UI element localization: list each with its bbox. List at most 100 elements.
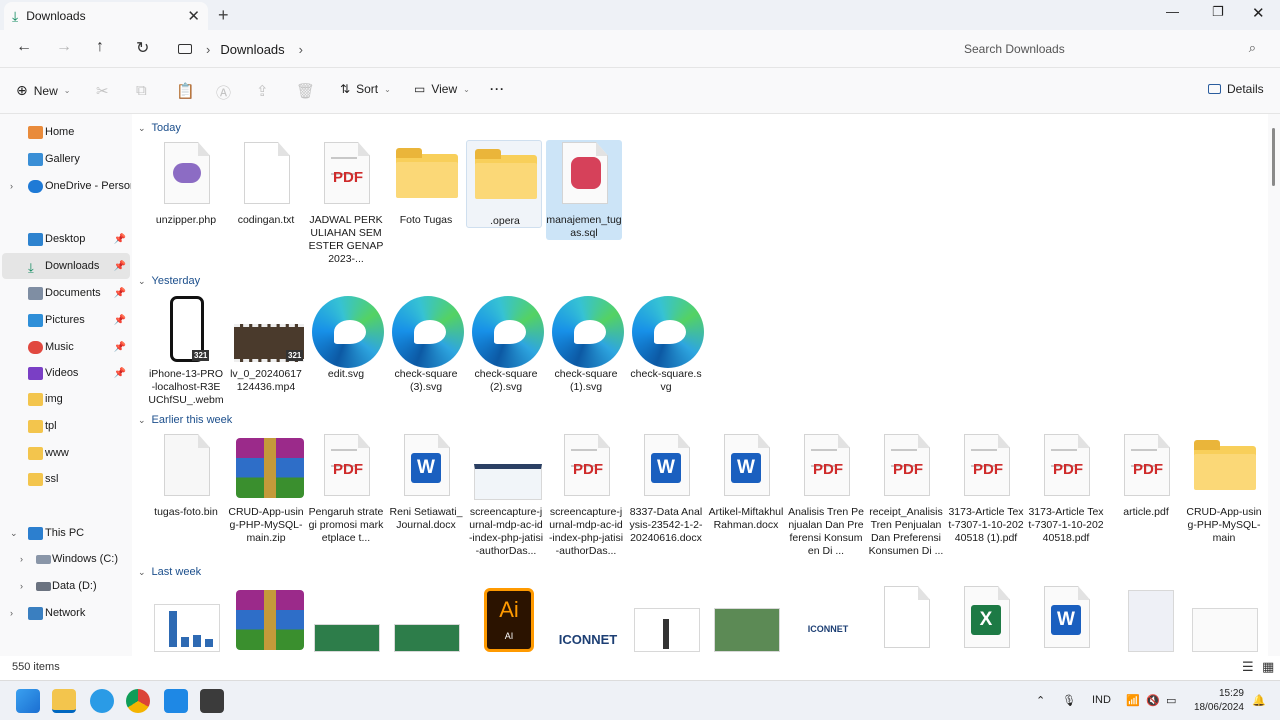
file-item[interactable]: ICONNET [548, 584, 624, 656]
sidebar-item-data-d[interactable]: › Data (D:) [12, 573, 130, 599]
new-tab-button[interactable]: + [218, 5, 229, 26]
file-item[interactable]: W Reni Setiawati_Journal.docx [388, 432, 464, 564]
chevron-down-icon[interactable]: ⌄ [10, 528, 18, 539]
file-item[interactable] [388, 584, 464, 656]
file-item[interactable]: CRUD-App-using-PHP-MySQL-main.zip [228, 432, 304, 564]
refresh-button[interactable]: ↻ [136, 38, 149, 58]
screen-recorder-icon[interactable] [200, 689, 224, 713]
group-header-earlier-this-week[interactable]: ⌄ Earlier this week [138, 414, 232, 426]
back-button[interactable]: ← [16, 38, 32, 56]
up-button[interactable]: ↑ [96, 38, 104, 56]
file-item[interactable] [308, 584, 384, 656]
start-button[interactable] [16, 689, 40, 713]
language-indicator[interactable]: IND [1092, 694, 1111, 706]
volume-muted-icon[interactable]: 🔇 [1146, 694, 1160, 707]
search-input[interactable]: Search Downloads ⌕ [952, 34, 1270, 64]
sidebar-item-this-pc[interactable]: ⌄ This PC [2, 520, 130, 546]
file-item[interactable]: unzipper.php [148, 140, 224, 268]
file-item[interactable]: check-square (2).svg [468, 294, 544, 408]
wifi-icon[interactable]: 📶 [1126, 694, 1140, 707]
clock-date[interactable]: 18/06/2024 [1182, 702, 1244, 713]
sidebar-item-network[interactable]: › Network [2, 600, 130, 626]
sidebar-item-www[interactable]: www [2, 440, 130, 466]
file-item[interactable]: W Artikel-Miftakhul Rahman.docx [708, 432, 784, 564]
delete-icon[interactable]: 🗑 [296, 82, 315, 100]
microphone-icon[interactable]: 🎙 [1062, 694, 1076, 707]
tiles-view-icon[interactable]: ▦ [1262, 659, 1274, 675]
file-item[interactable]: screencapture-jurnal-mdp-ac-id-index-php… [468, 432, 544, 564]
sidebar-item-videos[interactable]: Videos 📌 [2, 360, 130, 386]
file-item[interactable] [148, 584, 224, 656]
view-button[interactable]: ▭ View ⌄ [414, 82, 470, 96]
file-item[interactable]: check-square (1).svg [548, 294, 624, 408]
folder-item[interactable]: .opera [466, 140, 542, 228]
rename-icon[interactable]: Ⓐ [216, 82, 231, 103]
file-item[interactable]: edit.svg [308, 294, 384, 408]
folder-item[interactable]: Foto Tugas [388, 140, 464, 268]
sidebar-item-documents[interactable]: Documents 📌 [2, 280, 130, 306]
copy-icon[interactable]: ⧉ [136, 82, 147, 99]
file-item[interactable]: check-square (3).svg [388, 294, 464, 408]
file-item[interactable]: W 8337-Data Analysis-23542-1-2-20240616.d… [628, 432, 704, 564]
chevron-right-icon[interactable]: › [20, 554, 23, 564]
sidebar-item-desktop[interactable]: Desktop 📌 [2, 226, 130, 252]
file-item[interactable]: PDF receipt_Analisis Tren Penjualan Dan P… [868, 432, 944, 564]
file-item[interactable]: PDF Pengaruh strategi promosi marketplace… [308, 432, 384, 564]
battery-icon[interactable]: ▭ [1166, 694, 1176, 707]
notification-bell-icon[interactable]: 🔔 [1252, 694, 1266, 707]
details-button[interactable]: Details [1208, 82, 1264, 96]
file-item[interactable]: codingan.txt [228, 140, 304, 268]
file-item[interactable]: tugas-foto.bin [148, 432, 224, 564]
file-item[interactable] [708, 584, 784, 656]
file-item[interactable]: check-square.svg [628, 294, 704, 408]
file-item[interactable]: PDF Analisis Tren Penjualan Dan Preferens… [788, 432, 864, 564]
file-item[interactable]: ICONNET [788, 584, 864, 656]
sidebar-item-home[interactable]: Home [2, 119, 130, 145]
sidebar-item-ssl[interactable]: ssl [2, 466, 130, 492]
minimize-button[interactable]: — [1166, 4, 1179, 19]
close-window-button[interactable]: ✕ [1252, 4, 1265, 22]
forward-button[interactable]: → [56, 38, 72, 56]
file-item[interactable] [228, 584, 304, 656]
sort-button[interactable]: ⇅ Sort ⌄ [340, 82, 391, 96]
file-item[interactable]: Ai AI [468, 584, 544, 656]
file-item[interactable]: PDF JADWAL PERKULIAHAN SEMESTER GENAP 20… [308, 140, 384, 268]
file-item-selected[interactable]: manajemen_tugas.sql [546, 140, 622, 240]
scrollbar-thumb[interactable] [1272, 128, 1275, 186]
sidebar-item-pictures[interactable]: Pictures 📌 [2, 307, 130, 333]
sidebar-item-onedrive[interactable]: › OneDrive - Persona [2, 173, 131, 199]
file-explorer-icon[interactable] [52, 689, 76, 713]
file-item[interactable]: PDF screencapture-jurnal-mdp-ac-id-index-… [548, 432, 624, 564]
file-item[interactable]: X [948, 584, 1024, 656]
sidebar-item-img[interactable]: img [2, 386, 130, 412]
sidebar-item-tpl[interactable]: tpl [2, 413, 130, 439]
more-options-button[interactable]: ··· [490, 82, 505, 96]
tab-downloads[interactable]: ⤓ Downloads ✕ [4, 2, 208, 30]
chevron-right-icon[interactable]: › [10, 608, 13, 618]
group-header-yesterday[interactable]: ⌄ Yesterday [138, 275, 200, 287]
chevron-right-icon[interactable]: › [20, 581, 23, 591]
file-item[interactable]: PDF article.pdf [1108, 432, 1184, 564]
group-header-last-week[interactable]: ⌄ Last week [138, 566, 201, 578]
file-item[interactable] [1108, 584, 1184, 656]
sidebar-item-windows-c[interactable]: › Windows (C:) [12, 546, 130, 572]
group-header-today[interactable]: ⌄ Today [138, 122, 181, 134]
address-bar[interactable]: › Downloads › [168, 34, 940, 64]
file-item[interactable] [868, 584, 944, 656]
restore-button[interactable]: ❐ [1212, 4, 1224, 20]
chrome-icon[interactable] [126, 689, 150, 713]
folder-item[interactable]: CRUD-App-using-PHP-MySQL-main [1186, 432, 1262, 564]
sidebar-item-music[interactable]: Music 📌 [2, 334, 130, 360]
file-item[interactable] [628, 584, 704, 656]
share-icon[interactable]: ⇪ [256, 82, 269, 100]
file-item[interactable]: 321 lv_0_20240617124436.mp4 [228, 294, 304, 408]
new-button[interactable]: ⊕ New ⌄ [16, 82, 70, 99]
clock-time[interactable]: 15:29 [1192, 688, 1244, 699]
vertical-scrollbar[interactable] [1268, 114, 1280, 656]
file-item[interactable]: W [1028, 584, 1104, 656]
paste-icon[interactable]: 📋 [176, 82, 195, 100]
sidebar-item-downloads[interactable]: ⤓ Downloads 📌 [2, 253, 130, 279]
cut-icon[interactable]: ✂ [96, 82, 109, 100]
notepad-icon[interactable] [164, 689, 188, 713]
chevron-up-icon[interactable]: ⌃ [1036, 694, 1045, 707]
